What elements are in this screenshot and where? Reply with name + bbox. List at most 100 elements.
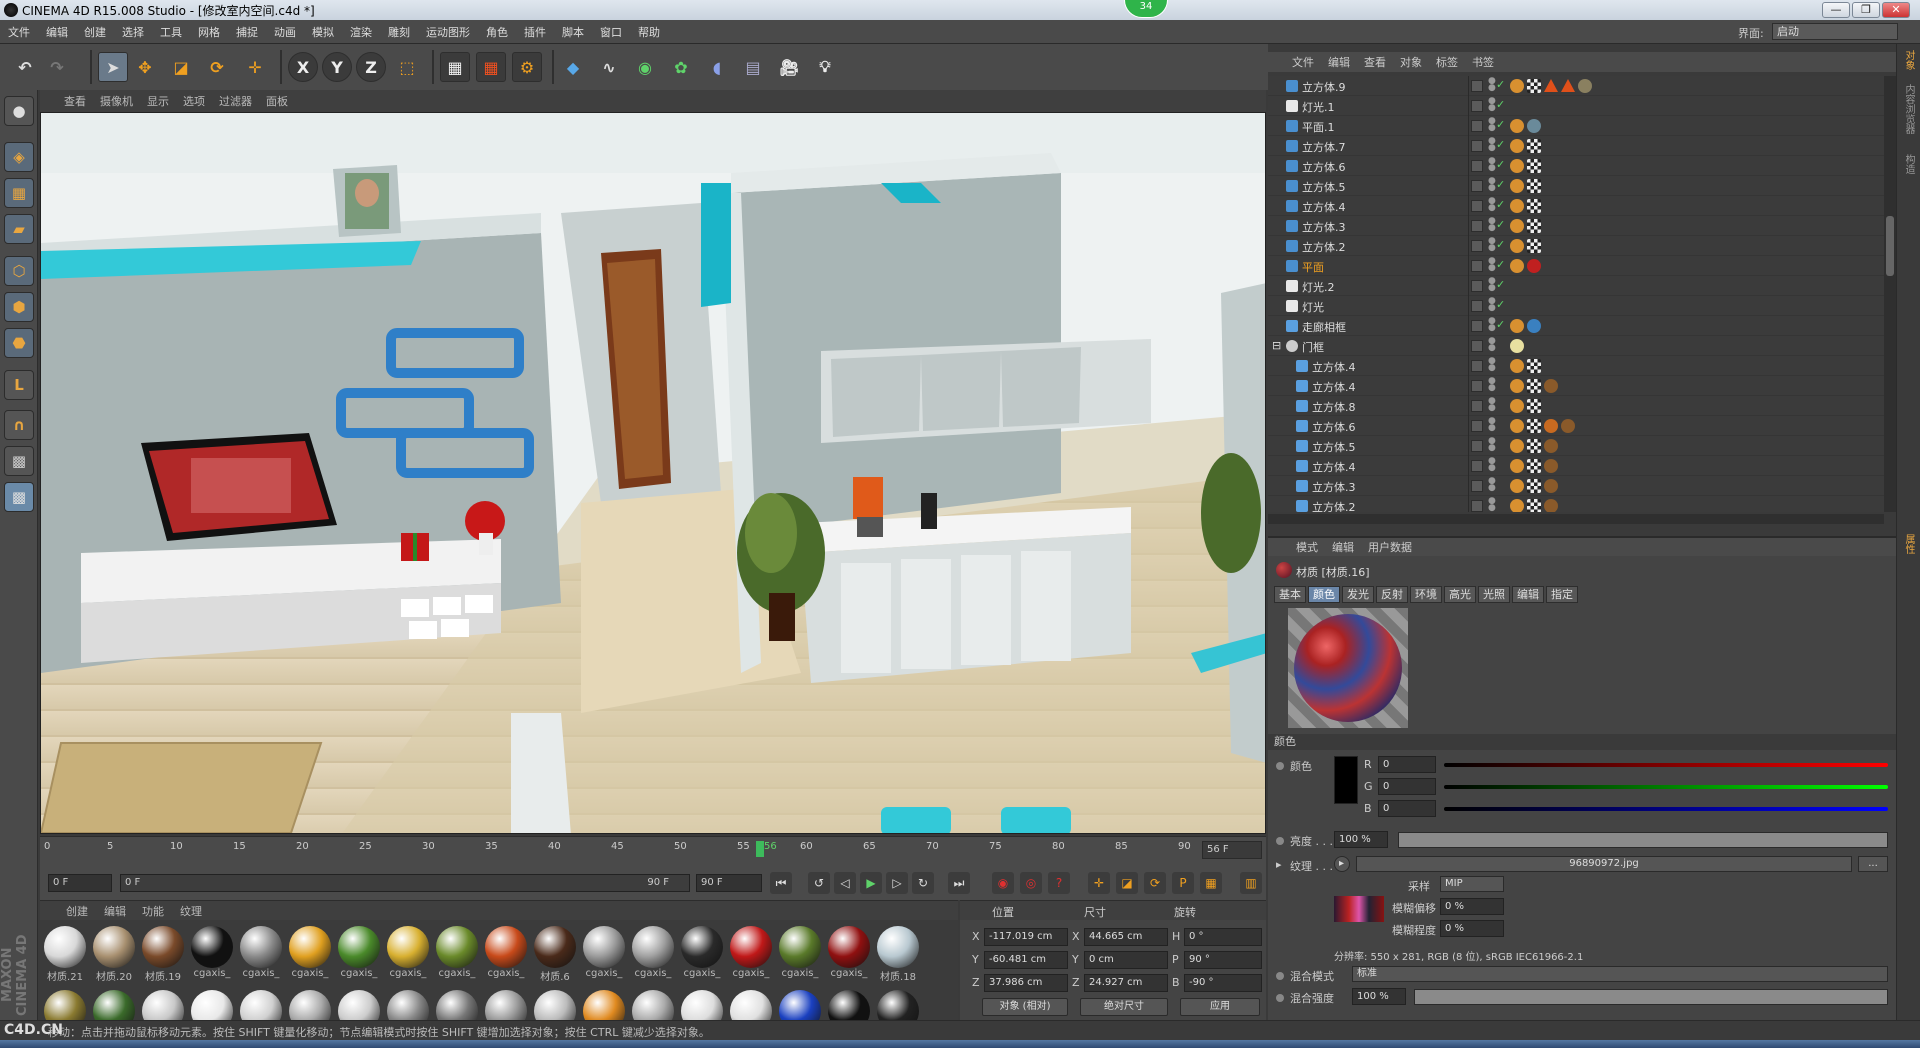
key-pla-icon[interactable]: ▦ (1200, 872, 1222, 894)
object-tag-icon[interactable] (1510, 339, 1524, 353)
color-swatch[interactable] (1334, 756, 1358, 804)
tab-2[interactable]: 发光 (1342, 586, 1374, 603)
brightness-slider[interactable] (1398, 832, 1888, 848)
pos-z-field[interactable]: 37.986 cm (984, 974, 1068, 992)
deformer-icon[interactable]: ◖ (702, 52, 732, 82)
timeline-window-icon[interactable]: ▥ (1240, 872, 1262, 894)
texture-mode-icon[interactable]: ▦ (4, 178, 34, 208)
object-tag-icon[interactable] (1510, 439, 1524, 453)
enabled-check-icon[interactable]: ✓ (1496, 298, 1505, 311)
visibility-dots-icon[interactable]: ● ● (1488, 117, 1496, 133)
object-tag-icon[interactable] (1527, 499, 1541, 512)
visibility-dots-icon[interactable]: ● ● (1488, 377, 1496, 393)
menu-item[interactable]: 插件 (516, 24, 554, 40)
object-tag-icon[interactable] (1510, 139, 1524, 153)
rot-p-field[interactable]: 90 ° (1184, 951, 1262, 969)
object-menu-item[interactable]: 对象 (1400, 54, 1422, 70)
object-row[interactable]: 立方体.4 ● ● (1268, 376, 1884, 396)
object-row[interactable]: 立方体.6 ● ● ✓ (1268, 156, 1884, 176)
object-row[interactable]: 立方体.5 ● ● (1268, 436, 1884, 456)
r-slider[interactable] (1444, 763, 1888, 767)
object-tag-icon[interactable] (1510, 319, 1524, 333)
autokey-icon[interactable]: ◎ (1020, 872, 1042, 894)
material-swatch[interactable] (679, 990, 725, 1020)
object-row[interactable]: 立方体.3 ● ● (1268, 476, 1884, 496)
object-row[interactable]: 立方体.7 ● ● ✓ (1268, 136, 1884, 156)
object-tag-icon[interactable] (1544, 419, 1558, 433)
size-y-field[interactable]: 0 cm (1084, 951, 1168, 969)
layer-toggle[interactable] (1471, 480, 1483, 492)
coordinate-system-icon[interactable]: ⬚ (392, 52, 422, 82)
object-tag-icon[interactable] (1527, 439, 1541, 453)
maximize-button[interactable]: ❐ (1852, 2, 1880, 18)
locked-workplane-icon[interactable]: ▩ (4, 482, 34, 512)
end-frame-field[interactable]: 90 F (696, 874, 762, 892)
object-tag-icon[interactable] (1527, 219, 1541, 233)
spline-pen-icon[interactable]: ∿ (594, 52, 624, 82)
go-to-start-icon[interactable]: ⏮ (770, 872, 792, 894)
material-swatch[interactable] (140, 990, 186, 1020)
select-cursor-icon[interactable]: ➤ (98, 52, 128, 82)
object-tag-icon[interactable] (1527, 199, 1541, 213)
material-swatch[interactable] (385, 990, 431, 1020)
layer-toggle[interactable] (1471, 220, 1483, 232)
object-row[interactable]: 立方体.8 ● ● (1268, 396, 1884, 416)
layer-toggle[interactable] (1471, 300, 1483, 312)
texture-file-field[interactable]: 96890972.jpg (1356, 856, 1852, 872)
material-swatch[interactable] (336, 990, 382, 1020)
points-mode-icon[interactable]: ⬡ (4, 256, 34, 286)
material-menu-item[interactable]: 功能 (142, 903, 164, 919)
current-frame-field[interactable]: 56 F (1202, 841, 1262, 859)
record-keys-icon[interactable]: ◉ (992, 872, 1014, 894)
objects-side-tab[interactable]: 对象 (1902, 50, 1916, 70)
object-tag-icon[interactable] (1510, 199, 1524, 213)
go-to-end-icon[interactable]: ⏭ (948, 872, 970, 894)
rotate-icon[interactable]: ⟳ (202, 52, 232, 82)
object-list-hscrollbar[interactable] (1268, 514, 1884, 524)
object-menu-item[interactable]: 编辑 (1328, 54, 1350, 70)
object-tag-icon[interactable] (1510, 379, 1524, 393)
menu-item[interactable]: 创建 (76, 24, 114, 40)
object-tag-icon[interactable] (1510, 159, 1524, 173)
layer-toggle[interactable] (1471, 180, 1483, 192)
object-row[interactable]: 平面.1 ● ● ✓ (1268, 116, 1884, 136)
material-swatch[interactable] (287, 990, 333, 1020)
material-swatch[interactable]: cgaxis_ (238, 926, 284, 979)
camera-icon[interactable]: 🎥︎ (774, 52, 804, 82)
tab-1[interactable]: 颜色 (1308, 586, 1340, 603)
structure-side-tab[interactable]: 构造 (1902, 154, 1916, 174)
material-swatch[interactable] (581, 990, 627, 1020)
material-swatch[interactable]: cgaxis_ (287, 926, 333, 979)
scrollbar-thumb[interactable] (1886, 216, 1894, 276)
viewport-menu-item[interactable]: 显示 (147, 93, 169, 109)
visibility-dots-icon[interactable]: ● ● (1488, 97, 1496, 113)
attribute-menu-item[interactable]: 用户数据 (1368, 539, 1412, 555)
object-list-scrollbar[interactable] (1884, 76, 1896, 512)
menu-item[interactable]: 帮助 (630, 24, 668, 40)
object-tag-icon[interactable] (1544, 439, 1558, 453)
layer-toggle[interactable] (1471, 160, 1483, 172)
material-swatch[interactable] (875, 990, 921, 1020)
visibility-dots-icon[interactable]: ● ● (1488, 157, 1496, 173)
object-row[interactable]: 立方体.2 ● ● ✓ (1268, 236, 1884, 256)
brightness-animate-radio[interactable] (1276, 837, 1284, 845)
snap-magnet-icon[interactable]: ∩ (4, 410, 34, 440)
viewport-menu-item[interactable]: 摄像机 (100, 93, 133, 109)
workplane-mode-icon[interactable]: ▰ (4, 214, 34, 244)
size-x-field[interactable]: 44.665 cm (1084, 928, 1168, 946)
tab-6[interactable]: 光照 (1478, 586, 1510, 603)
light-bulb-icon[interactable]: 💡︎ (810, 52, 840, 82)
object-tag-icon[interactable] (1510, 79, 1524, 93)
menu-item[interactable]: 网格 (190, 24, 228, 40)
material-swatch[interactable] (42, 990, 88, 1020)
menu-item[interactable]: 工具 (152, 24, 190, 40)
material-swatch[interactable]: 材质.19 (140, 926, 186, 983)
menu-item[interactable]: 运动图形 (418, 24, 478, 40)
viewport-menu-item[interactable]: 选项 (183, 93, 205, 109)
material-swatch[interactable]: cgaxis_ (826, 926, 872, 979)
key-rotation-icon[interactable]: ⟳ (1144, 872, 1166, 894)
timeline-ruler[interactable]: 56 56 F 0 5 10 15 20 25 30 35 40 45 50 55 60 65 70 75 80… (40, 836, 1266, 866)
texture-browse-button[interactable]: ... (1858, 856, 1888, 872)
menu-item[interactable]: 动画 (266, 24, 304, 40)
layer-toggle[interactable] (1471, 420, 1483, 432)
